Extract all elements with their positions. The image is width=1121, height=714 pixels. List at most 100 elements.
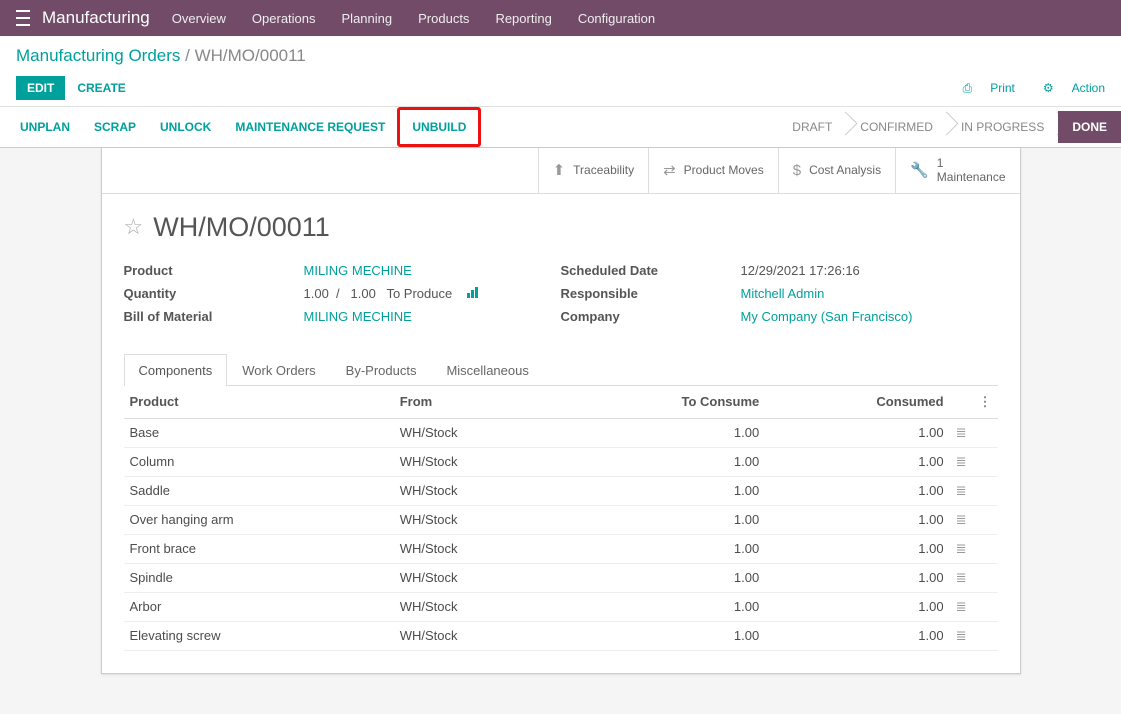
cell-to_consume: 1.00 [556,592,765,621]
nav-overview[interactable]: Overview [172,11,226,26]
nav-operations[interactable]: Operations [252,11,316,26]
row-detail-icon[interactable]: ≣ [950,447,973,476]
table-row[interactable]: ColumnWH/Stock1.001.00≣ [124,447,998,476]
cell-to_consume: 1.00 [556,476,765,505]
wrench-icon: 🔧 [910,161,929,179]
status-done[interactable]: DONE [1058,111,1121,143]
row-detail-icon[interactable]: ≣ [950,563,973,592]
stat-maintenance[interactable]: 🔧1Maintenance [895,148,1019,193]
cell-to_consume: 1.00 [556,447,765,476]
table-row[interactable]: Front braceWH/Stock1.001.00≣ [124,534,998,563]
cell-product: Saddle [124,476,394,505]
row-detail-icon[interactable]: ≣ [950,476,973,505]
maintenance-request-button[interactable]: MAINTENANCE REQUEST [223,110,397,144]
table-row[interactable]: SaddleWH/Stock1.001.00≣ [124,476,998,505]
col-consumed[interactable]: Consumed [765,386,949,419]
action-button[interactable]: Action [1029,81,1105,95]
unlock-button[interactable]: UNLOCK [148,110,223,144]
table-row[interactable]: Elevating screwWH/Stock1.001.00≣ [124,621,998,650]
stat-traceability[interactable]: ⬆ Traceability [538,148,649,193]
status-bar: UNPLANSCRAPUNLOCKMAINTENANCE REQUESTUNBU… [0,107,1121,148]
product-value[interactable]: MILING MECHINE [304,263,412,278]
status-confirmed[interactable]: CONFIRMED [846,111,947,143]
nav-products[interactable]: Products [418,11,469,26]
scheduled-date-label: Scheduled Date [561,263,741,278]
row-detail-icon[interactable]: ≣ [950,418,973,447]
cell-to_consume: 1.00 [556,563,765,592]
tab-work-orders[interactable]: Work Orders [227,354,330,386]
row-detail-icon[interactable]: ≣ [950,534,973,563]
swap-icon: ⇄ [663,161,676,179]
cell-consumed: 1.00 [765,447,949,476]
up-icon: ⬆ [553,161,566,179]
responsible-value[interactable]: Mitchell Admin [741,286,825,301]
cell-from: WH/Stock [394,621,557,650]
cell-from: WH/Stock [394,476,557,505]
col-from[interactable]: From [394,386,557,419]
tab-miscellaneous[interactable]: Miscellaneous [431,354,543,386]
responsible-label: Responsible [561,286,741,301]
company-value[interactable]: My Company (San Francisco) [741,309,913,324]
create-button[interactable]: CREATE [77,81,125,95]
print-button[interactable]: Print [949,81,1015,96]
tab-components[interactable]: Components [124,354,228,386]
highlight-box: UNBUILD [397,107,481,147]
cell-consumed: 1.00 [765,505,949,534]
nav-reporting[interactable]: Reporting [495,11,551,26]
scrap-button[interactable]: SCRAP [82,110,148,144]
cell-product: Arbor [124,592,394,621]
breadcrumb-current: WH/MO/00011 [195,46,306,65]
cell-product: Column [124,447,394,476]
stat-label: Cost Analysis [809,163,881,177]
cell-consumed: 1.00 [765,563,949,592]
cell-from: WH/Stock [394,447,557,476]
cell-to_consume: 1.00 [556,505,765,534]
col-product[interactable]: Product [124,386,394,419]
table-row[interactable]: ArborWH/Stock1.001.00≣ [124,592,998,621]
stat-label: Product Moves [684,163,764,177]
cell-from: WH/Stock [394,592,557,621]
nav-configuration[interactable]: Configuration [578,11,655,26]
stat-product-moves[interactable]: ⇄ Product Moves [648,148,778,193]
nav-planning[interactable]: Planning [342,11,393,26]
col-to-consume[interactable]: To Consume [556,386,765,419]
unbuild-button[interactable]: UNBUILD [400,110,478,144]
cell-consumed: 1.00 [765,592,949,621]
status-in-progress[interactable]: IN PROGRESS [947,111,1058,143]
table-row[interactable]: SpindleWH/Stock1.001.00≣ [124,563,998,592]
print-icon [963,81,973,96]
breadcrumb-sep: / [185,46,194,65]
gear-icon [1043,81,1054,95]
form-sheet: ⬆ Traceability ⇄ Product Moves $Cost Analysi… [101,148,1021,674]
cell-product: Over hanging arm [124,505,394,534]
cell-product: Elevating screw [124,621,394,650]
stat-cost-analysis[interactable]: $Cost Analysis [778,148,895,193]
cell-to_consume: 1.00 [556,418,765,447]
table-row[interactable]: Over hanging armWH/Stock1.001.00≣ [124,505,998,534]
tab-by-products[interactable]: By-Products [331,354,432,386]
favorite-star-icon[interactable]: ☆ [124,214,144,240]
control-bar: Manufacturing Orders / WH/MO/00011 EDIT … [0,36,1121,107]
row-detail-icon[interactable]: ≣ [950,592,973,621]
stat-label: Maintenance [937,170,1006,184]
table-row[interactable]: BaseWH/Stock1.001.00≣ [124,418,998,447]
mo-title: WH/MO/00011 [153,212,330,243]
apps-icon[interactable] [16,10,32,26]
col-options-icon[interactable]: ⋮ [973,386,998,419]
status-draft[interactable]: DRAFT [778,111,846,143]
breadcrumb-root[interactable]: Manufacturing Orders [16,46,180,65]
main-nav: Manufacturing OverviewOperationsPlanning… [0,0,1121,36]
components-table: Product From To Consume Consumed ⋮ BaseW… [124,386,998,651]
cell-to_consume: 1.00 [556,534,765,563]
cell-from: WH/Stock [394,534,557,563]
cell-consumed: 1.00 [765,418,949,447]
unplan-button[interactable]: UNPLAN [8,110,82,144]
forecast-chart-icon[interactable] [466,286,480,301]
bom-value[interactable]: MILING MECHINE [304,309,412,324]
row-detail-icon[interactable]: ≣ [950,505,973,534]
row-detail-icon[interactable]: ≣ [950,621,973,650]
edit-button[interactable]: EDIT [16,76,65,100]
cell-consumed: 1.00 [765,476,949,505]
company-label: Company [561,309,741,324]
stat-label: Traceability [573,163,634,177]
